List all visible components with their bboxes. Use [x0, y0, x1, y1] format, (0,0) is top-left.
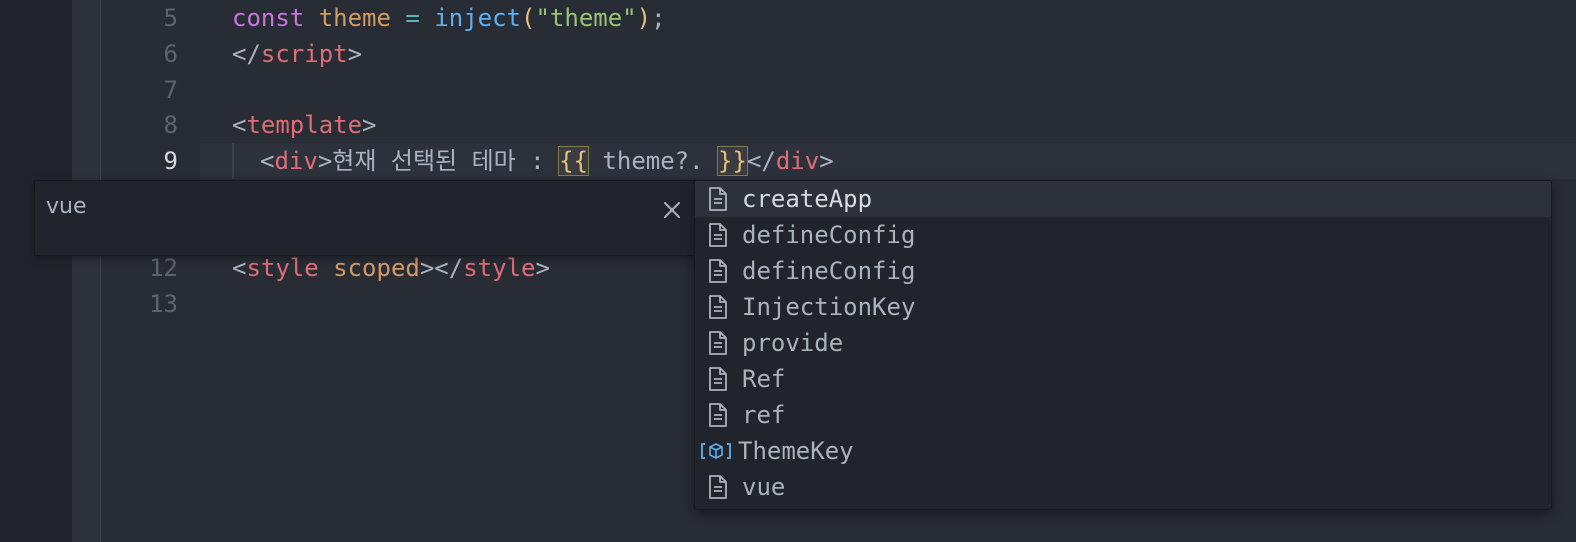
suggest-item-label: InjectionKey [742, 293, 916, 321]
token-punctuation: </ [232, 40, 261, 68]
line-number-active: 9 [163, 147, 178, 175]
suggest-item-InjectionKey[interactable]: InjectionKey [695, 289, 1551, 325]
token-mustache-close: }} [717, 146, 748, 176]
token-tag: div [274, 147, 318, 175]
line-number: 5 [163, 4, 178, 32]
suggest-item-Ref[interactable]: Ref [695, 361, 1551, 397]
token-punctuation: > [317, 147, 333, 175]
suggest-item-defineConfig[interactable]: defineConfig [695, 217, 1551, 253]
token-tag: style [246, 254, 319, 282]
file-icon [705, 474, 731, 500]
line-number: 6 [163, 40, 178, 68]
token-text: 현재 선택된 테마 : [332, 147, 560, 175]
suggest-item-label: ThemeKey [738, 437, 854, 465]
token-string: "theme" [535, 4, 637, 32]
suggest-item-label: defineConfig [742, 257, 916, 285]
token-punctuation: < [260, 147, 275, 175]
file-icon [705, 294, 731, 320]
suggest-item-label: Ref [742, 365, 786, 393]
suggest-item-label: provide [742, 329, 844, 357]
suggest-item-label: createApp [742, 185, 873, 213]
variable-icon [700, 438, 732, 464]
file-icon [705, 330, 731, 356]
code-line-5[interactable]: const theme = inject("theme"); [232, 0, 666, 36]
file-icon [705, 186, 731, 212]
code-line-8[interactable]: <template> [232, 107, 377, 143]
token-expression: theme?. [587, 147, 719, 175]
tooltip-text: vue [46, 194, 87, 219]
token-mustache-open: {{ [558, 146, 589, 176]
file-icon [705, 258, 731, 284]
token-punctuation: > [362, 111, 377, 139]
token-punctuation: > [347, 40, 363, 68]
fold-gutter [72, 0, 101, 542]
token-paren: ) [636, 4, 652, 32]
activity-gutter [0, 0, 72, 542]
token-punctuation: > [535, 254, 550, 282]
suggest-item-label: ref [742, 401, 786, 429]
close-icon[interactable] [659, 197, 685, 223]
code-line-6[interactable]: </script> [232, 36, 362, 72]
token-operator: = [405, 4, 420, 32]
line-numbers: 5 6 7 8 9 12 13 [100, 0, 200, 542]
suggest-item-vue[interactable]: vue [695, 469, 1551, 505]
token-punctuation: ; [651, 4, 666, 32]
code-line-9[interactable]: <div>현재 선택된 테마 : {{ theme?. }}</div> [260, 143, 834, 179]
line-number: 7 [163, 76, 178, 104]
token-punctuation: </ [746, 147, 776, 175]
token-tag: style [463, 254, 536, 282]
suggest-item-defineConfig-2[interactable]: defineConfig [695, 253, 1551, 289]
token-punctuation: > [819, 147, 834, 175]
file-icon [705, 402, 731, 428]
token-punctuation: < [232, 254, 247, 282]
token-tag: script [260, 40, 348, 68]
token-variable: theme [318, 4, 391, 32]
hover-tooltip: vue [34, 180, 696, 256]
token-keyword: const [232, 4, 305, 32]
token-punctuation: < [232, 111, 247, 139]
suggest-item-ThemeKey[interactable]: ThemeKey [695, 433, 1551, 469]
token-attribute: scoped [333, 254, 420, 282]
suggest-item-createApp[interactable]: createApp [695, 181, 1551, 217]
token-function: inject [434, 4, 522, 32]
suggest-item-label: vue [742, 473, 786, 501]
token-punctuation: ></ [419, 254, 464, 282]
token-tag: div [775, 147, 820, 175]
autocomplete-suggest-widget[interactable]: createApp defineConfig defineConfig Inje… [694, 180, 1552, 510]
file-icon [705, 366, 731, 392]
file-icon [705, 222, 731, 248]
suggest-item-label: defineConfig [742, 221, 916, 249]
indent-guide [232, 143, 234, 179]
line-number: 8 [163, 111, 178, 139]
token-paren: ( [521, 4, 536, 32]
token-tag: template [246, 111, 363, 139]
suggest-item-ref[interactable]: ref [695, 397, 1551, 433]
line-number: 13 [149, 290, 178, 318]
suggest-item-provide[interactable]: provide [695, 325, 1551, 361]
